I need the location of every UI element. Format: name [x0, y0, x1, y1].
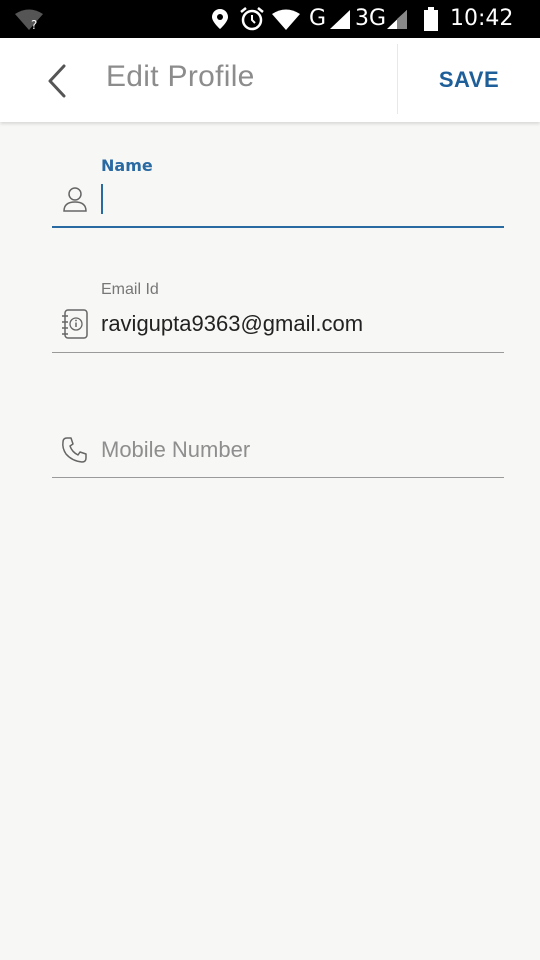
name-field[interactable]: Name — [52, 150, 504, 230]
person-icon — [63, 187, 87, 212]
name-underline — [52, 226, 504, 228]
email-underline — [52, 352, 504, 353]
status-bar: ? G 3G 10:42 AM — [0, 0, 540, 54]
name-label: Name — [101, 156, 153, 175]
wifi-unknown-icon: ? — [15, 9, 43, 31]
location-icon — [212, 9, 228, 29]
email-field[interactable]: Email Id ravigupta9363@gmail.com — [52, 275, 504, 355]
signal-icon — [330, 10, 350, 29]
app-bar: Edit Profile SAVE — [0, 38, 540, 122]
email-input[interactable]: ravigupta9363@gmail.com — [101, 311, 363, 337]
mobile-underline — [52, 477, 504, 478]
phone-icon — [62, 437, 87, 463]
network-type-2: 3G — [355, 6, 387, 31]
page-title: Edit Profile — [106, 60, 255, 93]
signal-icon-2 — [387, 10, 407, 29]
battery-icon — [424, 7, 438, 31]
alarm-icon — [240, 7, 264, 31]
wifi-icon — [272, 9, 300, 30]
back-button[interactable] — [34, 56, 82, 104]
email-label: Email Id — [101, 281, 159, 298]
mobile-number-input[interactable]: Mobile Number — [101, 437, 250, 463]
network-type-1: G — [309, 6, 327, 31]
text-cursor — [101, 184, 103, 214]
mobile-field[interactable]: Mobile Number — [52, 425, 504, 485]
contact-info-icon — [62, 309, 88, 339]
save-button[interactable]: SAVE — [398, 38, 540, 122]
chevron-left-icon — [48, 64, 66, 98]
svg-text:?: ? — [31, 18, 37, 31]
